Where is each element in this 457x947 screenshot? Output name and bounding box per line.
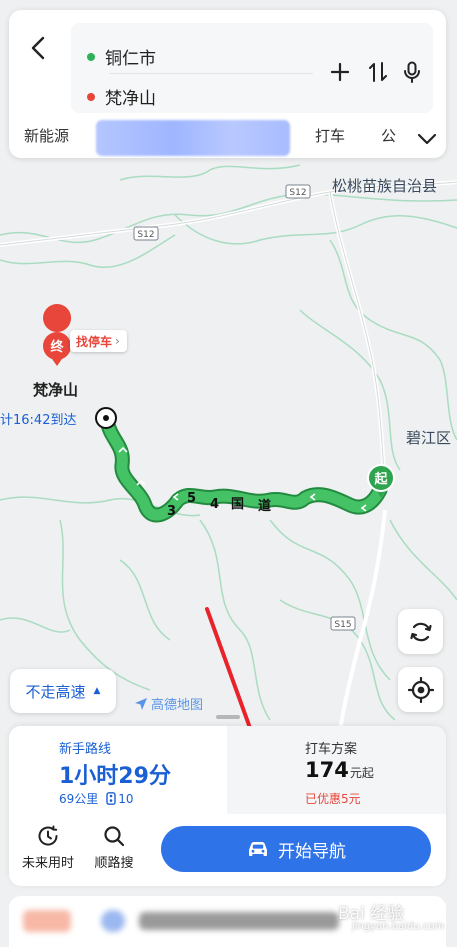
caret-up-icon: ▲: [93, 686, 101, 696]
route-road-char: 道: [258, 498, 271, 514]
tab-new-energy[interactable]: 新能源: [24, 125, 69, 146]
svg-text:S15: S15: [334, 620, 351, 630]
avoid-highway-label: 不走高速: [25, 682, 86, 701]
start-location-text: 铜仁市: [105, 49, 156, 69]
tab-taxi[interactable]: 打车: [315, 125, 345, 146]
svg-text:终: 终: [50, 339, 64, 355]
amap-logo-text: 高德地图: [151, 698, 204, 713]
chevron-left-icon: [31, 36, 45, 60]
tab-transit[interactable]: 公: [381, 125, 396, 146]
transport-mode-tabs: 新能源 打车 公: [9, 116, 446, 156]
search-along-route-button[interactable]: 顺路搜: [83, 824, 145, 871]
route-road-char: 5: [187, 491, 196, 506]
locate-me-button[interactable]: [398, 667, 443, 712]
refresh-route-button[interactable]: [398, 609, 443, 654]
blurred-mode-tabs: [96, 120, 290, 156]
start-location-field[interactable]: 铜仁市: [87, 44, 156, 69]
end-dot-icon: [87, 92, 95, 101]
refresh-icon: [409, 622, 432, 641]
taxi-price-value: 174: [305, 758, 349, 782]
route-option-details: 69公里 10: [59, 790, 134, 807]
traffic-light-icon: [106, 792, 116, 805]
route-option-tag: 新手路线: [59, 742, 112, 757]
baidu-watermark-url: jingyan.baidu.com: [352, 921, 445, 932]
route-option-card[interactable]: 新手路线 1小时29分 69公里 10: [9, 726, 227, 814]
avoid-highway-dropdown[interactable]: 不走高速 ▲: [10, 669, 116, 713]
search-along-route-label: 顺路搜: [94, 856, 134, 871]
eta-label: 计16:42到达: [0, 413, 77, 428]
end-location-text: 梵净山: [105, 89, 156, 109]
car-icon: [249, 842, 267, 856]
amap-logo: 高德地图: [134, 694, 203, 713]
svg-text:S12: S12: [289, 188, 306, 198]
destination-target-icon[interactable]: [95, 407, 117, 429]
swap-endpoints-button[interactable]: [365, 59, 391, 85]
future-travel-time-label: 未来用时: [21, 856, 74, 871]
add-waypoint-button[interactable]: [327, 59, 353, 85]
plus-icon: [330, 62, 350, 82]
find-parking-label: 找停车: [76, 334, 113, 349]
blurred-icon: [101, 910, 125, 932]
start-navigation-button[interactable]: 开始导航: [161, 826, 431, 872]
search-icon: [104, 826, 125, 847]
svg-text:起: 起: [373, 471, 388, 487]
chevron-down-icon[interactable]: [416, 128, 438, 150]
place-label-county: 松桃苗族自治县: [332, 177, 438, 195]
endpoint-divider: [109, 73, 313, 74]
route-road-char: 4: [210, 497, 219, 512]
route-endpoints-box: 铜仁市 梵净山: [71, 23, 433, 113]
svg-text:S12: S12: [137, 230, 154, 240]
end-location-field[interactable]: 梵净山: [87, 84, 156, 109]
taxi-price-unit: 元起: [349, 766, 374, 780]
blurred-text: [139, 912, 339, 930]
swap-icon: [369, 62, 387, 82]
taxi-option-card[interactable]: 打车方案 174元起 已优惠5元: [227, 726, 446, 814]
route-road-char: 3: [167, 504, 176, 519]
road-shield-s12-b: S12: [133, 226, 159, 241]
panel-drag-handle[interactable]: [216, 715, 240, 719]
route-option-duration: 1小时29分: [59, 764, 171, 789]
microphone-icon: [404, 61, 420, 83]
start-dot-icon: [87, 52, 95, 61]
road-shield-s15: S15: [330, 616, 356, 631]
taxi-option-price: 174元起: [305, 758, 374, 782]
place-label-destination: 梵净山: [33, 381, 79, 399]
clock-icon: [38, 825, 58, 846]
place-label-district: 碧江区: [406, 429, 452, 447]
back-button[interactable]: [23, 30, 53, 66]
route-option-distance: 69公里: [59, 792, 99, 806]
taxi-discount-label: 已优惠5元: [305, 792, 361, 806]
blurred-tag: [23, 910, 71, 932]
route-input-card: 铜仁市 梵净山 新能源 打车 公: [9, 10, 446, 158]
voice-input-button[interactable]: [399, 59, 425, 85]
find-parking-chip[interactable]: 找停车 ›: [70, 330, 127, 352]
chevron-right-icon: ›: [115, 334, 120, 348]
amap-logo-icon: [135, 697, 147, 710]
start-navigation-label: 开始导航: [278, 841, 346, 862]
crosshair-icon: [407, 676, 434, 703]
route-option-traffic-lights: 10: [118, 791, 134, 806]
taxi-option-title: 打车方案: [305, 742, 358, 757]
road-shield-s12-a: S12: [285, 184, 311, 199]
route-road-char: 国: [231, 497, 244, 512]
future-travel-time-button[interactable]: 未来用时: [17, 824, 79, 871]
route-summary-panel: 新手路线 1小时29分 69公里 10 打车方案 174元起 已优惠5元 未来用…: [9, 726, 446, 886]
